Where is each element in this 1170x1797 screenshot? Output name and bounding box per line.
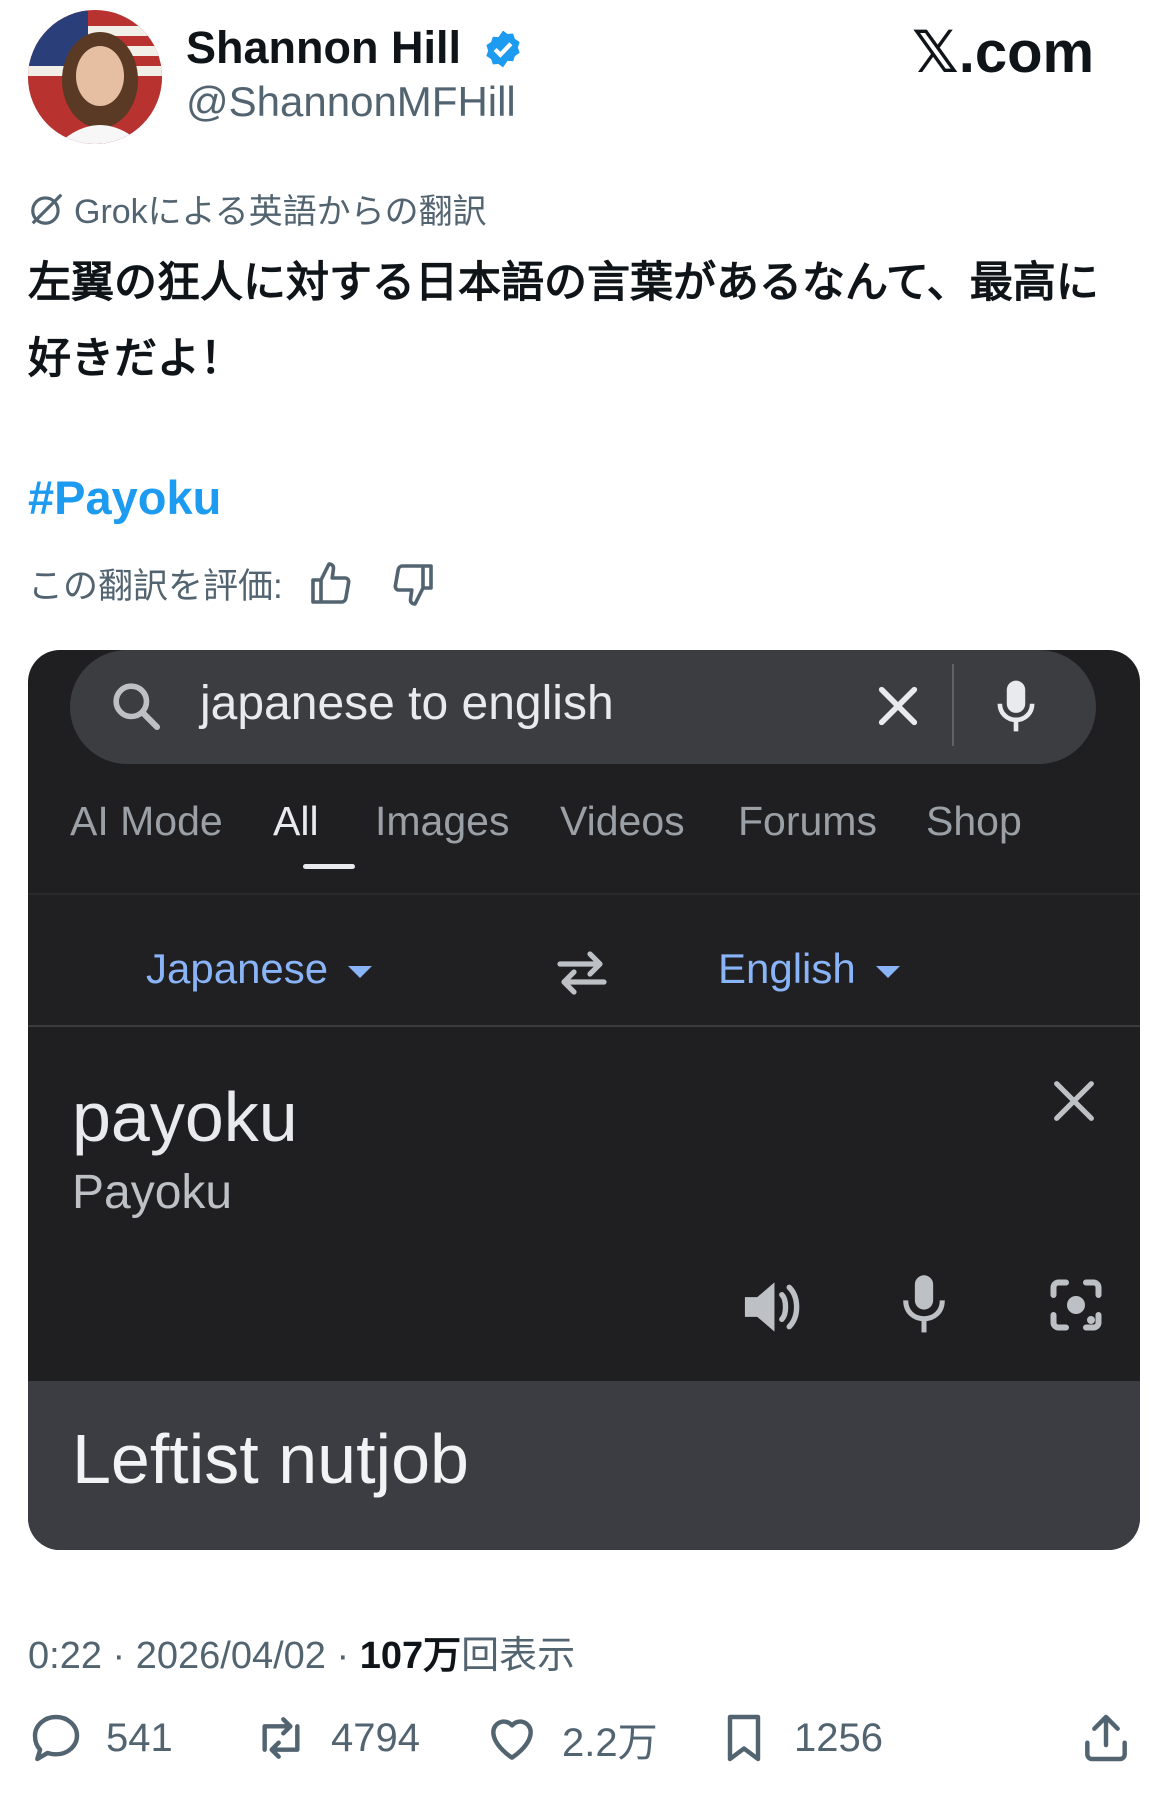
post-text: 左翼の狂人に対する日本語の言葉があるなんて、最高に好きだよ！ (28, 259, 1099, 383)
active-tab-indicator (303, 864, 355, 869)
microphone-icon[interactable] (988, 676, 1044, 736)
search-bar[interactable]: japanese to english (70, 650, 1096, 764)
post-meta: 0:22 · 2026/04/02 · 107万回表示 (28, 1635, 576, 1677)
search-divider (952, 664, 954, 746)
chevron-down-icon (875, 965, 900, 978)
close-icon[interactable] (1048, 1075, 1100, 1127)
microphone-icon[interactable] (900, 1273, 948, 1337)
tab-all[interactable]: All (273, 798, 319, 845)
tab-forums[interactable]: Forums (738, 798, 877, 845)
clear-icon[interactable] (870, 678, 926, 734)
speaker-icon[interactable] (740, 1277, 804, 1337)
action-bar: 541 4794 2.2万 1256 (28, 1710, 1138, 1780)
camera-lens-icon[interactable] (1046, 1275, 1106, 1335)
share-icon (1085, 1714, 1127, 1762)
rate-translation: この翻訳を評価: (28, 558, 437, 609)
search-query[interactable]: japanese to english (200, 676, 614, 731)
repost-button[interactable]: 4794 (253, 1710, 420, 1766)
site-label: 𝕏.com (912, 20, 1095, 85)
views-label: 回表示 (461, 1635, 576, 1677)
tab-shop[interactable]: Shop (926, 798, 1022, 845)
source-language-select[interactable]: Japanese (146, 945, 373, 993)
repost-count: 4794 (331, 1715, 420, 1760)
tab-videos[interactable]: Videos (560, 798, 685, 845)
translation-result: Leftist nutjob (72, 1420, 469, 1498)
bookmark-count: 1256 (794, 1715, 883, 1760)
tab-images[interactable]: Images (375, 798, 509, 845)
heart-icon (491, 1719, 533, 1760)
like-button[interactable]: 2.2万 (484, 1710, 658, 1768)
thumbs-up-icon[interactable] (307, 560, 355, 608)
post-time[interactable]: 0:22 (28, 1635, 102, 1677)
language-selector-row: Japanese English (28, 895, 1140, 1025)
attached-image[interactable]: japanese to english AI Mode All Images V… (28, 650, 1140, 1550)
rate-translation-label: この翻訳を評価: (28, 567, 283, 606)
target-language-select[interactable]: English (718, 945, 900, 993)
grok-icon (31, 193, 63, 225)
reply-button[interactable]: 541 (28, 1710, 173, 1766)
search-icon (113, 683, 161, 731)
translation-result-panel: Leftist nutjob (28, 1381, 1140, 1550)
view-count: 107万 (359, 1635, 462, 1677)
target-language-label: English (718, 945, 856, 992)
verified-badge-icon (486, 30, 520, 68)
avatar[interactable] (28, 10, 162, 144)
thumbs-down-icon[interactable] (389, 560, 437, 608)
swap-languages-icon[interactable] (552, 947, 612, 997)
repost-icon (262, 1717, 300, 1759)
hashtag-link[interactable]: #Payoku (28, 470, 221, 525)
reply-count: 541 (106, 1715, 173, 1760)
post-date[interactable]: 2026/04/02 (136, 1635, 326, 1677)
translation-note: Grokによる英語からの翻訳 (28, 184, 487, 233)
chevron-down-icon (348, 965, 373, 978)
bookmark-icon (727, 1714, 761, 1762)
reply-icon (32, 1714, 80, 1762)
source-text[interactable]: payoku (72, 1077, 298, 1157)
tab-ai-mode[interactable]: AI Mode (70, 798, 223, 845)
user-handle[interactable]: @ShannonMFHill (186, 78, 516, 126)
translation-note-text: Grokによる英語からの翻訳 (74, 193, 487, 231)
source-language-label: Japanese (146, 945, 329, 992)
source-romanization: Payoku (72, 1166, 233, 1219)
display-name[interactable]: Shannon Hill (186, 22, 461, 74)
share-button[interactable] (1078, 1710, 1156, 1766)
source-text-panel: payoku Payoku (28, 1027, 1140, 1381)
bookmark-button[interactable]: 1256 (716, 1710, 883, 1766)
like-count: 2.2万 (562, 1721, 658, 1765)
